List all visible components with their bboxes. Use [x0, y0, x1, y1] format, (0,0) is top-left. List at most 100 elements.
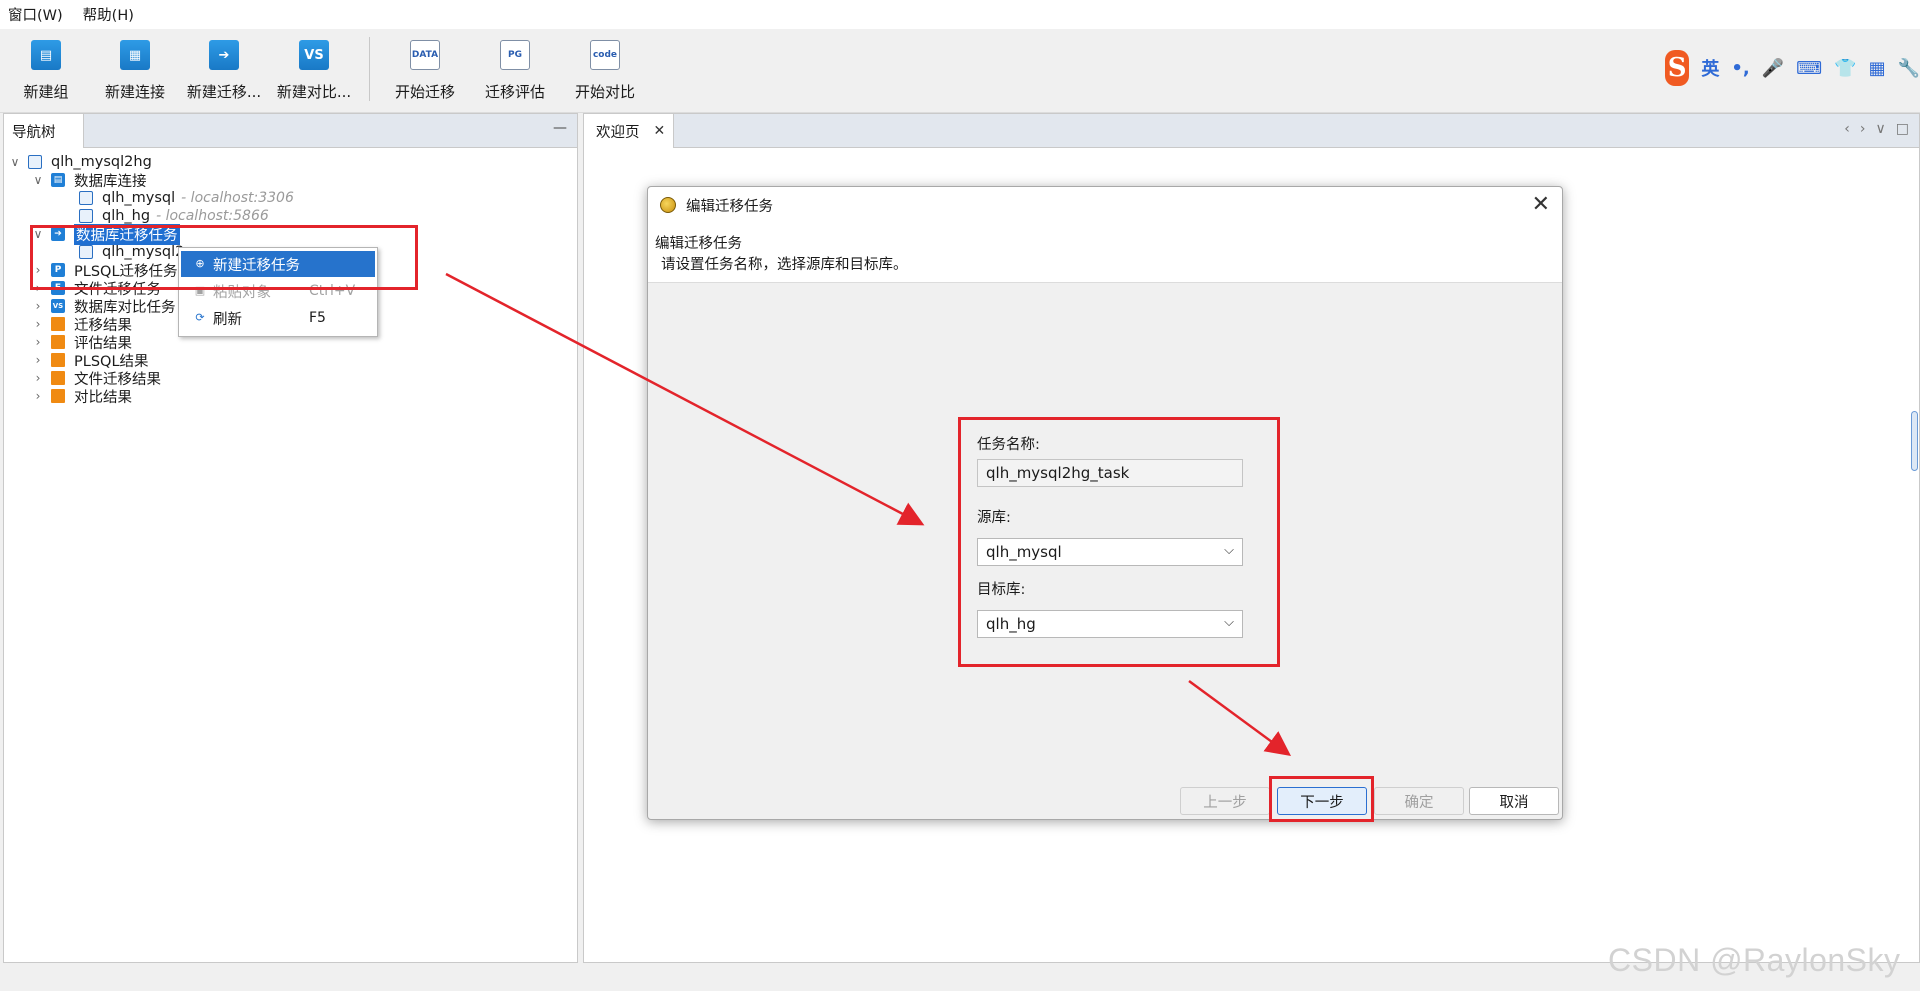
ok-button[interactable]: 确定 — [1374, 787, 1464, 815]
new-migration-label: 新建迁移... — [186, 83, 262, 101]
dialog-header: 编辑迁移任务 请设置任务名称，选择源库和目标库。 — [648, 223, 1562, 283]
tree-item-label: 对比结果 — [74, 389, 132, 406]
minimize-icon[interactable]: — — [553, 120, 567, 136]
file-task-icon: F — [51, 281, 65, 295]
editor-tabbar: 欢迎页 ✕ ‹ › ∨ □ — [584, 114, 1919, 148]
chevron-right-icon[interactable]: › — [31, 335, 45, 349]
new-group-button[interactable]: ▤ 新建组 — [0, 38, 92, 108]
menu-item-label: 粘贴对象 — [213, 284, 271, 301]
ime-keyboard-icon[interactable]: ⌨ — [1796, 58, 1822, 79]
edit-migration-task-dialog: 编辑迁移任务 ✕ 编辑迁移任务 请设置任务名称，选择源库和目标库。 任务名称: … — [647, 186, 1563, 820]
chevron-down-icon[interactable]: ∨ — [31, 227, 45, 241]
database-icon — [79, 191, 93, 205]
chevron-right-icon[interactable]: › — [31, 281, 45, 295]
chevron-right-icon[interactable]: › — [31, 299, 45, 313]
next-button[interactable]: 下一步 — [1277, 787, 1367, 815]
close-icon[interactable]: ✕ — [1532, 192, 1550, 217]
chevron-right-icon[interactable]: › — [31, 263, 45, 277]
menu-item-shortcut: F5 — [309, 310, 326, 326]
new-compare-icon: VS — [299, 40, 329, 70]
tab-welcome[interactable]: 欢迎页 ✕ — [584, 114, 674, 148]
target-db-label: 目标库: — [977, 582, 1026, 598]
source-db-value: qlh_mysql — [986, 543, 1062, 561]
migration-assess-icon: PG — [500, 40, 530, 70]
folder-icon — [51, 353, 65, 367]
start-migration-icon: DATA — [410, 40, 440, 70]
task-name-label: 任务名称: — [977, 437, 1040, 453]
new-connection-label: 新建连接 — [104, 83, 165, 101]
folder-icon — [51, 335, 65, 349]
source-db-label: 源库: — [977, 510, 1011, 526]
target-db-value: qlh_hg — [986, 615, 1036, 633]
new-compare-label: 新建对比... — [276, 83, 352, 101]
migration-assess-button[interactable]: PG 迁移评估 — [469, 38, 561, 108]
tree-item-label: qlh_mysql2hg — [51, 154, 152, 170]
menu-help[interactable]: 帮助(H) — [83, 4, 134, 25]
target-db-select[interactable]: qlh_hg ⌵ — [977, 610, 1243, 638]
chevron-right-icon[interactable]: › — [31, 317, 45, 331]
tab-nav-tree[interactable]: 导航树 — [4, 114, 84, 148]
maximize-icon[interactable]: □ — [1896, 121, 1909, 137]
chevron-right-icon[interactable]: › — [31, 371, 45, 385]
tab-label: 欢迎页 — [596, 124, 640, 141]
dialog-title: 编辑迁移任务 — [686, 198, 773, 215]
new-connection-icon: ▦ — [120, 40, 150, 70]
start-compare-button[interactable]: code 开始对比 — [559, 38, 651, 108]
cancel-button[interactable]: 取消 — [1469, 787, 1559, 815]
menu-item-label: 刷新 — [213, 311, 242, 328]
sogou-logo-icon[interactable]: S — [1665, 50, 1690, 86]
plsql-task-icon: P — [51, 263, 65, 277]
paste-icon: ▣ — [194, 284, 206, 297]
start-migration-label: 开始迁移 — [394, 83, 455, 101]
scrollbar-thumb[interactable] — [1911, 411, 1918, 471]
context-menu-paste[interactable]: ▣ 粘贴对象 Ctrl+V — [181, 278, 375, 304]
chevron-down-icon: ⌵ — [1224, 543, 1234, 558]
context-menu-refresh[interactable]: ⟳ 刷新 F5 — [181, 305, 375, 331]
close-icon[interactable]: ✕ — [654, 123, 666, 139]
prev-button[interactable]: 上一步 — [1180, 787, 1270, 815]
ime-skin-icon[interactable]: 👕 — [1834, 58, 1856, 79]
dialog-header-title: 编辑迁移任务 — [655, 236, 742, 252]
chevron-right-icon[interactable]: › — [31, 389, 45, 403]
database-icon — [79, 209, 93, 223]
toolbar-separator — [369, 37, 370, 101]
ime-punct-icon[interactable]: •, — [1731, 58, 1749, 79]
menu-window[interactable]: 窗口(W) — [8, 4, 63, 25]
source-db-select[interactable]: qlh_mysql ⌵ — [977, 538, 1243, 566]
chevron-right-icon[interactable]: › — [31, 353, 45, 367]
tree-item-compare-results[interactable]: › 对比结果 — [31, 385, 132, 407]
editor-controls: ‹ › ∨ □ — [1844, 121, 1909, 137]
dialog-titlebar: 编辑迁移任务 ✕ — [648, 187, 1562, 223]
toolbar: ▤ 新建组 ▦ 新建连接 ➔ 新建迁移... VS 新建对比... DATA 开… — [0, 29, 1920, 113]
new-compare-button[interactable]: VS 新建对比... — [268, 38, 360, 108]
ime-toolbar: S 英 •, 🎤 ⌨ 👕 ▦ 🔧 — [1665, 50, 1920, 86]
ime-lang-toggle[interactable]: 英 — [1701, 55, 1719, 81]
ime-grid-icon[interactable]: ▦ — [1869, 58, 1886, 79]
context-menu: ⊕ 新建迁移任务 ▣ 粘贴对象 Ctrl+V ⟳ 刷新 F5 — [178, 247, 378, 337]
start-migration-button[interactable]: DATA 开始迁移 — [379, 38, 471, 108]
host-label: - localhost:5866 — [156, 208, 269, 224]
chevron-down-icon[interactable]: ∨ — [8, 155, 22, 169]
watermark: CSDN @RaylonSky — [1608, 942, 1901, 978]
ime-mic-icon[interactable]: 🎤 — [1762, 58, 1784, 79]
chevron-down-icon[interactable]: ∨ — [1876, 121, 1886, 137]
tree-item-label: qlh_hg — [102, 208, 151, 224]
migration-assess-label: 迁移评估 — [484, 83, 545, 101]
chevron-down-icon[interactable]: ∨ — [31, 173, 45, 187]
task-name-field[interactable]: qlh_mysql2hg_task — [977, 459, 1243, 487]
new-connection-button[interactable]: ▦ 新建连接 — [89, 38, 181, 108]
context-menu-new-migration-task[interactable]: ⊕ 新建迁移任务 — [181, 251, 375, 277]
scroll-right-icon[interactable]: › — [1860, 121, 1866, 137]
nav-tabbar: 导航树 — — [4, 114, 577, 148]
scroll-left-icon[interactable]: ‹ — [1844, 121, 1850, 137]
new-migration-icon: ➔ — [209, 40, 239, 70]
dialog-app-icon — [660, 197, 676, 213]
compare-task-icon: VS — [51, 299, 65, 313]
tree-item-label: qlh_mysql2 — [102, 244, 185, 260]
ime-tools-icon[interactable]: 🔧 — [1898, 58, 1920, 79]
host-label: - localhost:3306 — [181, 190, 294, 206]
navigation-panel: 导航树 — ∨ qlh_mysql2hg ∨ ▤ 数据库连接 qlh_mysql… — [3, 113, 578, 963]
new-migration-button[interactable]: ➔ 新建迁移... — [178, 38, 270, 108]
new-group-icon: ▤ — [31, 40, 61, 70]
new-group-label: 新建组 — [23, 83, 69, 101]
